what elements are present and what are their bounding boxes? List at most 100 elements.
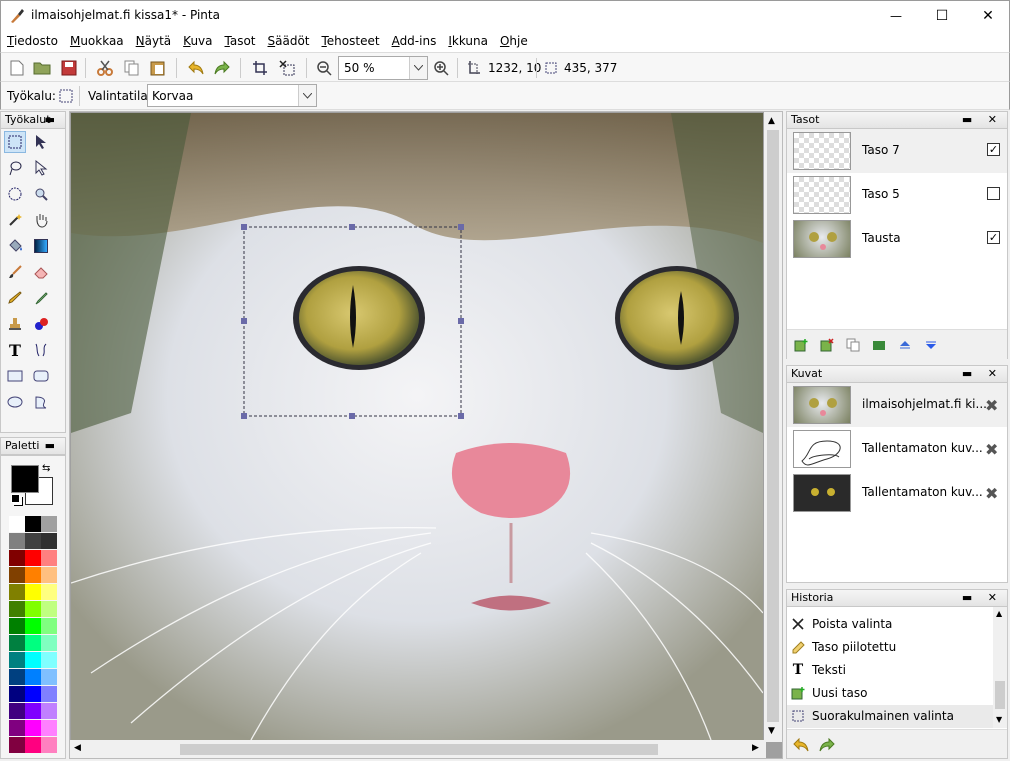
menu-layers[interactable]: Tasot [219,34,262,48]
menu-help[interactable]: Ohje [494,34,534,48]
zoom-out-icon[interactable] [314,58,334,78]
palette-swatch[interactable] [25,669,41,685]
delete-layer-icon[interactable] [817,335,837,355]
deselect-all-icon[interactable] [277,58,297,78]
layer-visibility-checkbox[interactable] [987,187,1000,200]
new-file-icon[interactable] [7,58,27,78]
palette-swatch[interactable] [25,550,41,566]
palette-swatch[interactable] [9,669,25,685]
vertical-scrollbar[interactable]: ▲ ▼ [764,112,782,742]
history-item[interactable]: Uusi taso [787,682,993,705]
palette-swatch[interactable] [25,584,41,600]
palette-swatch[interactable] [9,550,25,566]
menu-window[interactable]: Ikkuna [442,34,494,48]
line-curve-tool-icon[interactable] [30,339,52,361]
gradient-tool-icon[interactable] [30,235,52,257]
menu-addins[interactable]: Add-ins [386,34,443,48]
palette-swatch[interactable] [41,703,57,719]
layer-row[interactable]: Tausta ✓ [787,217,1007,261]
palette-swatch[interactable] [41,550,57,566]
history-scroll-thumb[interactable] [995,681,1005,709]
palette-swatch[interactable] [25,720,41,736]
zoom-combobox[interactable]: 50 % [338,56,428,80]
palette-swatch[interactable] [41,601,57,617]
scroll-up-icon[interactable]: ▲ [996,609,1002,618]
palette-swatch[interactable] [9,584,25,600]
paintbrush-tool-icon[interactable] [4,261,26,283]
vertical-scroll-thumb[interactable] [767,130,779,722]
history-scrollbar[interactable]: ▲ ▼ [993,607,1007,728]
palette-swatch[interactable] [25,652,41,668]
eraser-tool-icon[interactable] [30,261,52,283]
palette-swatch[interactable] [9,652,25,668]
redo-icon[interactable] [212,58,232,78]
palette-swatch[interactable] [41,635,57,651]
clone-stamp-tool-icon[interactable] [4,313,26,335]
palette-swatch[interactable] [9,618,25,634]
menu-image[interactable]: Kuva [177,34,218,48]
minimize-button[interactable]: — [873,1,919,31]
primary-color-swatch[interactable] [11,465,39,493]
copy-icon[interactable] [122,58,142,78]
selection-mode-combobox[interactable]: Korvaa [147,84,317,107]
paste-icon[interactable] [148,58,168,78]
image-canvas[interactable] [71,113,763,740]
pan-tool-icon[interactable] [30,209,52,231]
palette-swatch[interactable] [41,686,57,702]
scroll-left-icon[interactable]: ◀ [74,743,81,753]
move-layer-down-icon[interactable] [921,335,941,355]
palette-swatch[interactable] [9,635,25,651]
palette-swatch[interactable] [25,686,41,702]
open-file-icon[interactable] [32,58,52,78]
image-tab-row[interactable]: ilmaisohjelmat.fi ki... ✖ [787,383,1007,427]
merge-layer-icon[interactable] [869,335,889,355]
palette-swatch[interactable] [25,635,41,651]
rectangle-select-tool-icon[interactable] [4,131,26,153]
palette-swatch[interactable] [41,618,57,634]
close-image-icon[interactable]: ✖ [985,396,998,415]
layer-row[interactable]: Taso 5 [787,173,1007,217]
move-layer-up-icon[interactable] [895,335,915,355]
reset-colors-icon[interactable] [11,494,20,503]
pencil-tool-icon[interactable] [4,287,26,309]
move-selection-tool-icon[interactable] [30,157,52,179]
palette-swatch[interactable] [41,652,57,668]
palette-swatch[interactable] [41,516,57,532]
lasso-select-tool-icon[interactable] [4,157,26,179]
freeform-shape-tool-icon[interactable] [30,391,52,413]
undo-icon[interactable] [791,735,811,755]
recolor-tool-icon[interactable] [30,313,52,335]
panel-controls-icon[interactable]: ▬ ✕ [962,590,1003,606]
palette-swatch[interactable] [41,669,57,685]
close-button[interactable]: ✕ [965,1,1010,31]
rectangle-tool-icon[interactable] [4,365,26,387]
color-picker-tool-icon[interactable] [30,287,52,309]
horizontal-scroll-thumb[interactable] [180,744,658,755]
redo-icon[interactable] [817,735,837,755]
menu-view[interactable]: Näytä [130,34,178,48]
palette-swatch[interactable] [25,703,41,719]
scroll-right-icon[interactable]: ▶ [752,743,759,753]
crop-to-selection-icon[interactable] [250,58,270,78]
palette-swatch[interactable] [41,720,57,736]
panel-controls-icon[interactable]: ▬ ✕ [962,112,1003,128]
close-image-icon[interactable]: ✖ [985,440,998,459]
ellipse-tool-icon[interactable] [4,391,26,413]
layer-visibility-checkbox[interactable]: ✓ [987,143,1000,156]
palette-swatch[interactable] [41,584,57,600]
close-image-icon[interactable]: ✖ [985,484,998,503]
duplicate-layer-icon[interactable] [843,335,863,355]
save-file-icon[interactable] [59,58,79,78]
palette-swatch[interactable] [25,737,41,753]
rounded-rectangle-tool-icon[interactable] [30,365,52,387]
palette-swatch[interactable] [25,533,41,549]
move-selected-tool-icon[interactable] [30,131,52,153]
palette-swatch[interactable] [9,516,25,532]
menu-adjustments[interactable]: Säädöt [262,34,316,48]
image-tab-row[interactable]: Tallentamaton kuv... ✖ [787,427,1007,471]
scroll-up-icon[interactable]: ▲ [768,116,775,126]
palette-swatch[interactable] [41,567,57,583]
zoom-tool-icon[interactable] [30,183,52,205]
history-item[interactable]: Poista valinta [787,613,993,636]
cut-icon[interactable] [95,58,115,78]
